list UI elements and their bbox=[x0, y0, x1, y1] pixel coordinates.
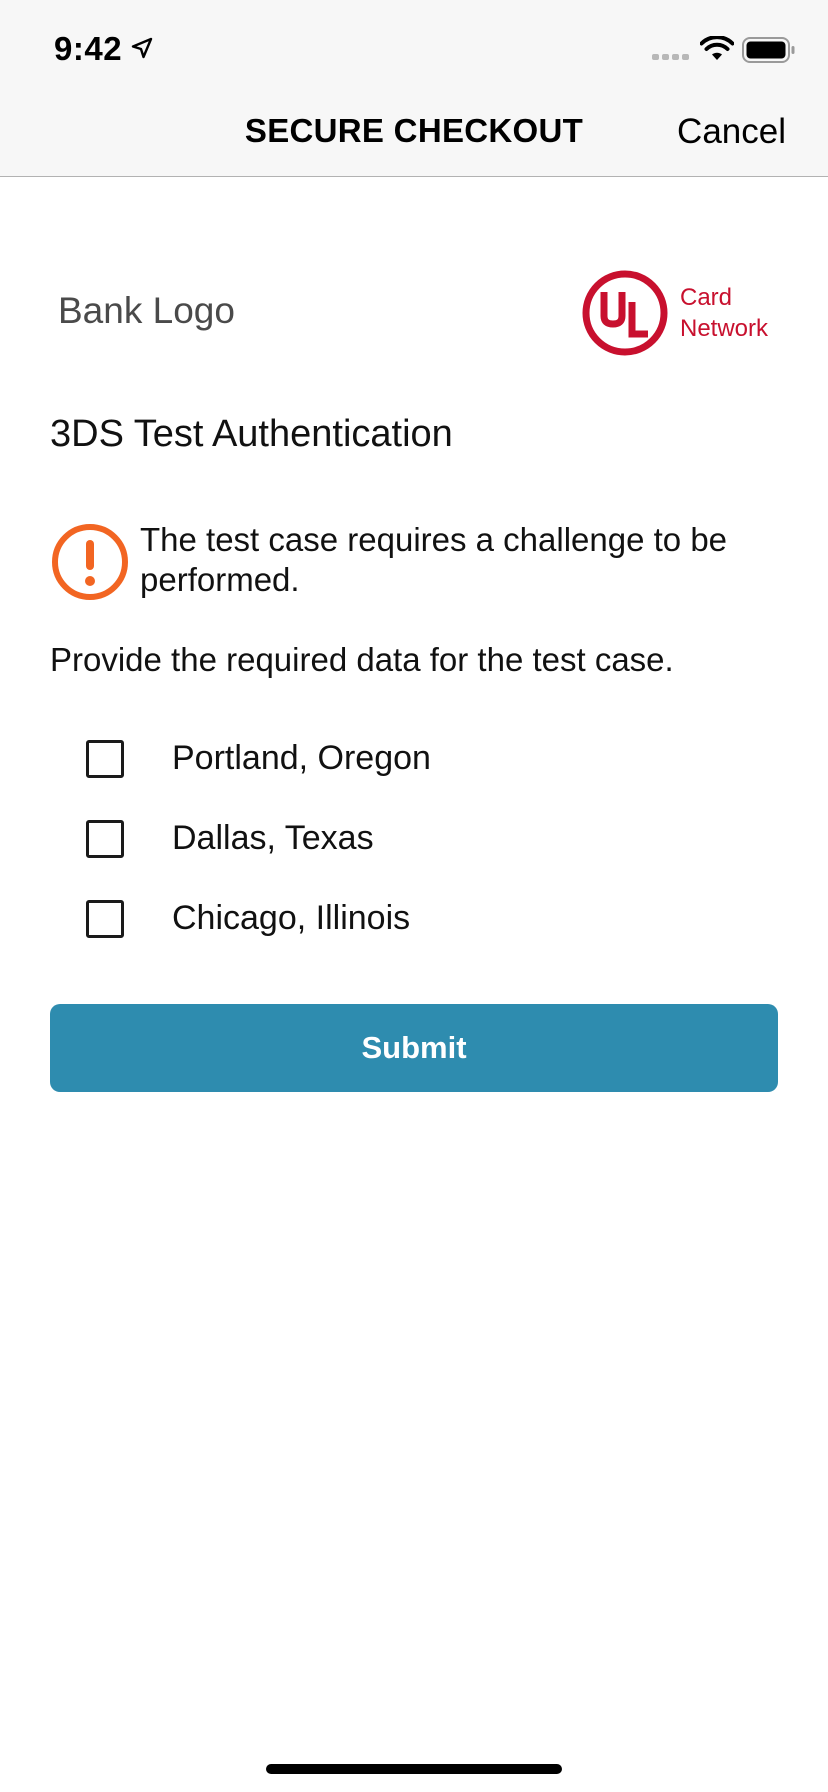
ul-logo-icon bbox=[582, 270, 668, 356]
option-label: Portland, Oregon bbox=[172, 739, 431, 777]
bank-logo: Bank Logo bbox=[58, 290, 235, 331]
checkbox[interactable] bbox=[86, 740, 124, 778]
location-arrow-icon bbox=[131, 37, 153, 59]
option-label: Dallas, Texas bbox=[172, 819, 374, 857]
battery-icon bbox=[742, 37, 795, 63]
network-text-line2: Network bbox=[680, 315, 769, 342]
option-label: Chicago, Illinois bbox=[172, 899, 411, 937]
navigation-bar: 9:42 SECURE CHECKOUT Cancel bbox=[0, 0, 828, 177]
submit-button[interactable]: Submit bbox=[50, 1004, 778, 1092]
exclamation-circle-icon bbox=[52, 524, 128, 600]
option-chicago[interactable]: Chicago, Illinois bbox=[86, 898, 726, 938]
wifi-icon bbox=[700, 36, 734, 60]
checkbox[interactable] bbox=[86, 900, 124, 938]
option-portland[interactable]: Portland, Oregon bbox=[86, 738, 726, 778]
checkout-screen: 9:42 SECURE CHECKOUT Cancel Bank Logo Ca… bbox=[0, 0, 828, 1792]
network-text: Card Network bbox=[680, 282, 768, 344]
status-time: 9:42 bbox=[54, 30, 123, 67]
signal-icon bbox=[652, 54, 689, 60]
card-network-logo: Card Network bbox=[582, 270, 778, 356]
challenge-info-text: The test case requires a challenge to be… bbox=[140, 521, 728, 598]
cancel-button[interactable]: Cancel bbox=[677, 112, 786, 152]
home-indicator[interactable] bbox=[266, 1764, 562, 1774]
challenge-heading: 3DS Test Authentication bbox=[50, 413, 453, 455]
option-dallas[interactable]: Dallas, Texas bbox=[86, 818, 726, 858]
instruction-text: Provide the required data for the test c… bbox=[50, 641, 674, 678]
network-text-line1: Card bbox=[680, 284, 733, 311]
checkbox[interactable] bbox=[86, 820, 124, 858]
